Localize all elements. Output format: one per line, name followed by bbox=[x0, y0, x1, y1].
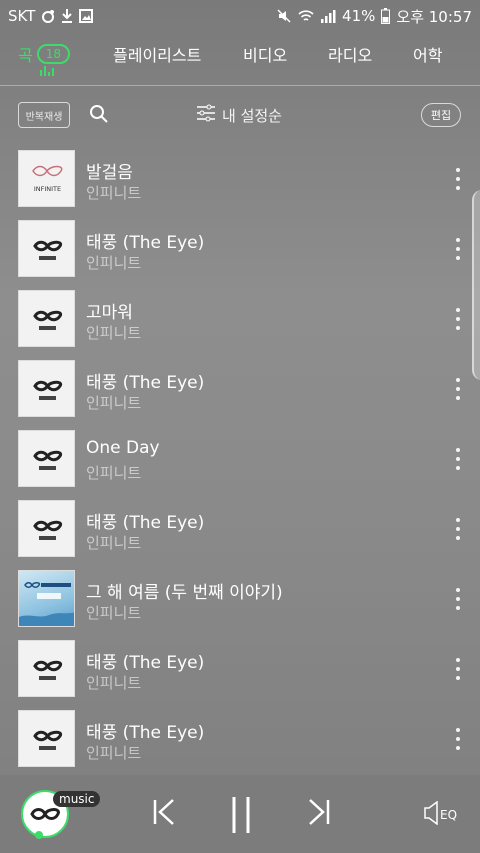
edit-button-label: 편집 bbox=[430, 109, 452, 122]
playback-indicator bbox=[35, 831, 43, 839]
next-track-icon[interactable] bbox=[307, 797, 331, 831]
song-row[interactable]: 그 해 여름 (두 번째 이야기) 인피니트 bbox=[0, 564, 480, 634]
mute-icon bbox=[276, 8, 292, 24]
song-row[interactable]: 태풍 (The Eye) 인피니트 bbox=[0, 354, 480, 424]
song-title: One Day bbox=[86, 438, 160, 458]
repeat-button-label: 반복재생 bbox=[25, 111, 63, 123]
tab-radio[interactable]: 라디오 bbox=[328, 42, 372, 66]
tab-songs-label: 곡 bbox=[18, 46, 33, 65]
more-options-icon[interactable] bbox=[452, 448, 464, 470]
pause-icon[interactable] bbox=[230, 797, 252, 837]
music-badge: music bbox=[53, 791, 101, 807]
sort-selector[interactable]: 내 설정순 bbox=[196, 104, 282, 126]
song-title: 태풍 (The Eye) bbox=[86, 233, 205, 253]
song-title: 고마워 bbox=[86, 303, 133, 323]
album-art bbox=[18, 500, 75, 557]
battery-label: 41% bbox=[342, 7, 376, 25]
song-title: 그 해 여름 (두 번째 이야기) bbox=[86, 583, 283, 603]
song-title: 태풍 (The Eye) bbox=[86, 373, 205, 393]
song-row[interactable]: INFINITE 발걸음 인피니트 bbox=[0, 144, 480, 214]
album-art bbox=[18, 360, 75, 417]
album-art bbox=[18, 430, 75, 487]
album-art bbox=[18, 710, 75, 767]
sync-icon bbox=[41, 9, 55, 23]
category-tabs: 곡 18 플레이리스트 비디오 라디오 어학 bbox=[0, 32, 480, 86]
song-artist: 인피니트 bbox=[86, 324, 142, 342]
search-icon[interactable] bbox=[89, 104, 109, 128]
now-playing-indicator-icon bbox=[40, 66, 54, 76]
more-options-icon[interactable] bbox=[452, 518, 464, 540]
tab-video[interactable]: 비디오 bbox=[243, 42, 287, 66]
more-options-icon[interactable] bbox=[452, 658, 464, 680]
album-art-text: INFINITE bbox=[34, 185, 61, 193]
song-row[interactable]: 고마워 인피니트 bbox=[0, 284, 480, 354]
song-row[interactable]: 태풍 (The Eye) 인피니트 bbox=[0, 634, 480, 704]
more-options-icon[interactable] bbox=[452, 308, 464, 330]
status-bar: SKT 41% 오후 10:57 bbox=[0, 0, 480, 32]
edit-button[interactable]: 편집 bbox=[421, 103, 461, 127]
mini-player: music EQ bbox=[0, 775, 480, 853]
sort-label: 내 설정순 bbox=[222, 106, 282, 125]
album-art bbox=[18, 290, 75, 347]
song-title: 태풍 (The Eye) bbox=[86, 723, 205, 743]
song-artist: 인피니트 bbox=[86, 744, 142, 762]
album-art bbox=[18, 570, 75, 627]
tab-songs[interactable]: 곡 18 bbox=[18, 42, 71, 66]
tab-language[interactable]: 어학 bbox=[413, 42, 442, 66]
wifi-icon bbox=[298, 9, 314, 23]
more-options-icon[interactable] bbox=[452, 588, 464, 610]
speaker-icon bbox=[424, 800, 438, 828]
song-artist: 인피니트 bbox=[86, 394, 142, 412]
carrier-label: SKT bbox=[8, 7, 36, 25]
edge-panel-handle[interactable] bbox=[472, 190, 480, 380]
song-artist: 인피니트 bbox=[86, 604, 142, 622]
more-options-icon[interactable] bbox=[452, 728, 464, 750]
eq-label: EQ bbox=[440, 807, 458, 822]
album-art bbox=[18, 220, 75, 277]
more-options-icon[interactable] bbox=[452, 378, 464, 400]
song-artist: 인피니트 bbox=[86, 674, 142, 692]
album-art bbox=[18, 640, 75, 697]
song-title: 발걸음 bbox=[86, 163, 133, 183]
song-row[interactable]: 태풍 (The Eye) 인피니트 bbox=[0, 704, 480, 774]
equalizer-button[interactable]: EQ bbox=[424, 800, 458, 828]
song-artist: 인피니트 bbox=[86, 254, 142, 272]
signal-icon bbox=[320, 9, 336, 23]
download-icon bbox=[61, 9, 73, 23]
song-row[interactable]: 태풍 (The Eye) 인피니트 bbox=[0, 494, 480, 564]
song-count-badge: 18 bbox=[36, 44, 71, 64]
battery-icon bbox=[381, 8, 391, 24]
song-row[interactable]: One Day 인피니트 bbox=[0, 424, 480, 494]
song-artist: 인피니트 bbox=[86, 464, 142, 482]
list-toolbar: 반복재생 내 설정순 편집 bbox=[0, 86, 480, 144]
sort-icon bbox=[196, 104, 216, 126]
song-artist: 인피니트 bbox=[86, 534, 142, 552]
repeat-button[interactable]: 반복재생 bbox=[18, 102, 70, 128]
song-row[interactable]: 태풍 (The Eye) 인피니트 bbox=[0, 214, 480, 284]
song-title: 태풍 (The Eye) bbox=[86, 653, 205, 673]
tab-playlist[interactable]: 플레이리스트 bbox=[113, 42, 201, 66]
song-title: 태풍 (The Eye) bbox=[86, 513, 205, 533]
more-options-icon[interactable] bbox=[452, 238, 464, 260]
image-icon bbox=[79, 9, 94, 23]
previous-track-icon[interactable] bbox=[152, 797, 176, 831]
album-art: INFINITE bbox=[18, 150, 75, 207]
song-artist: 인피니트 bbox=[86, 184, 142, 202]
clock-label: 오후 10:57 bbox=[396, 7, 472, 26]
more-options-icon[interactable] bbox=[452, 168, 464, 190]
